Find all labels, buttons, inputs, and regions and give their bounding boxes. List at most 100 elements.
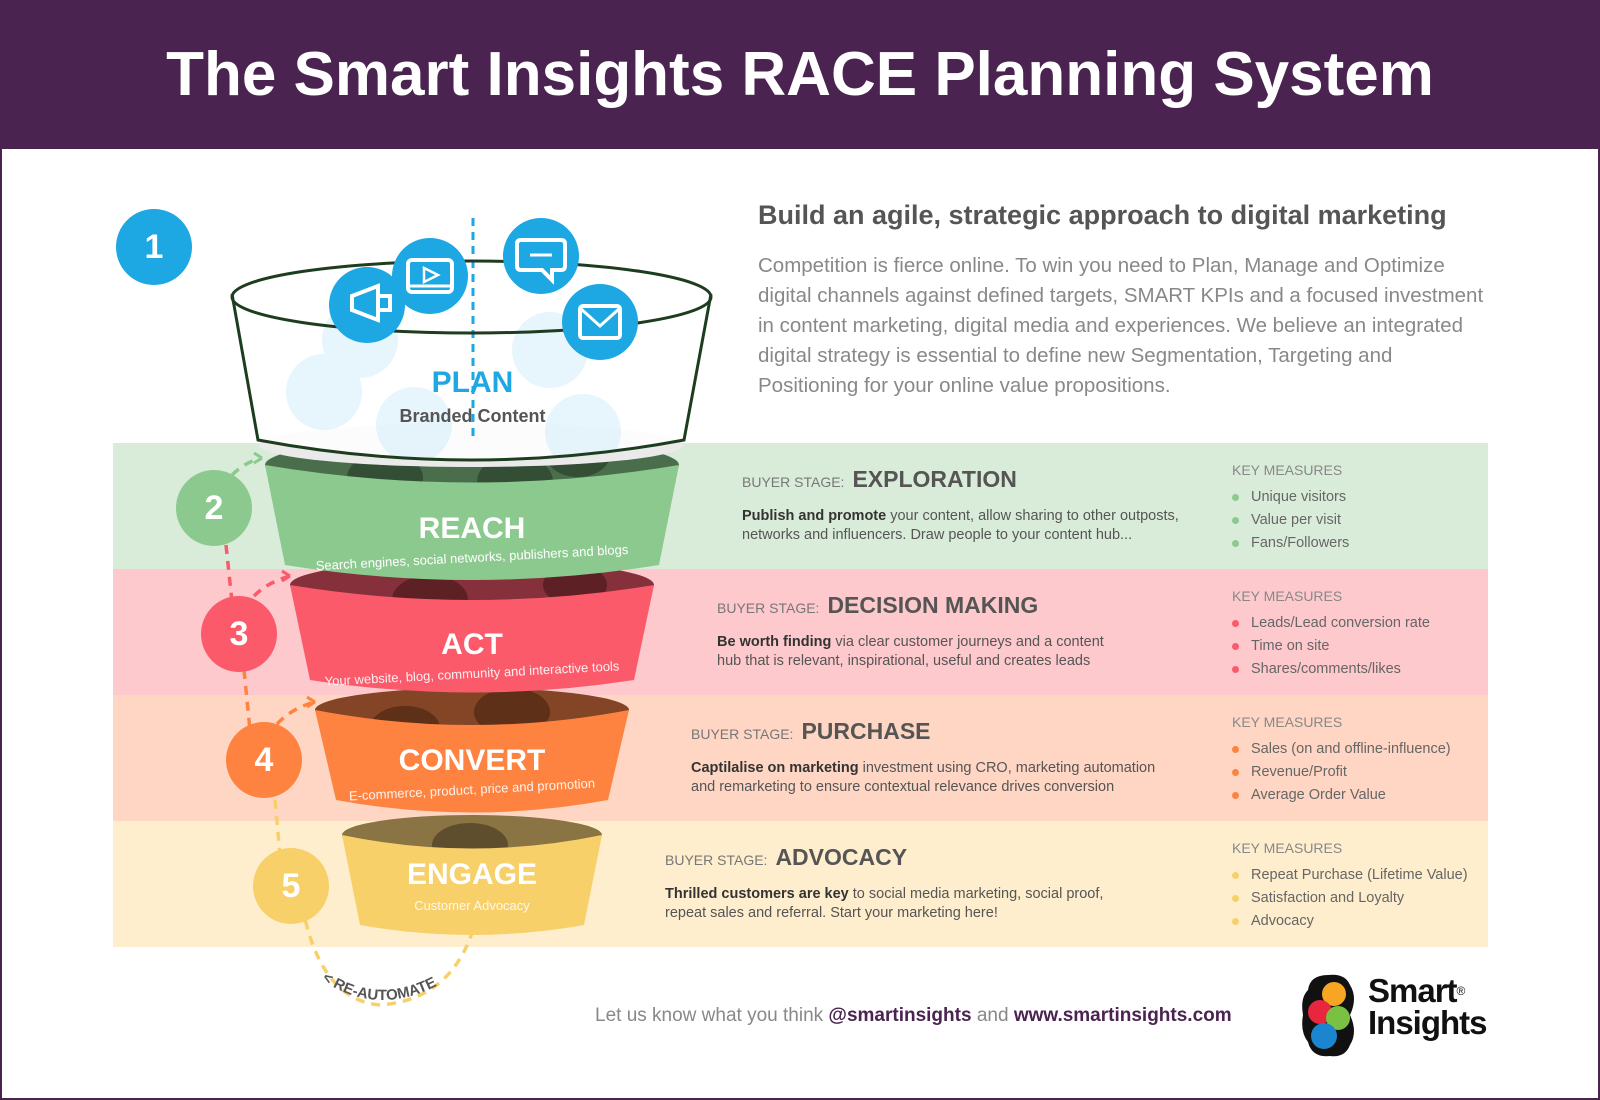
logo-line2: Insights bbox=[1368, 1004, 1488, 1041]
step-number-3: 3 bbox=[201, 596, 277, 672]
intro-section: Build an agile, strategic approach to di… bbox=[758, 200, 1498, 401]
measure-text: Leads/Lead conversion rate bbox=[1251, 615, 1430, 631]
bullet-icon bbox=[1232, 494, 1239, 501]
measure-text: Shares/comments/likes bbox=[1251, 661, 1401, 677]
stage-reach-info: BUYER STAGE: EXPLORATION Publish and prom… bbox=[742, 466, 1212, 545]
intro-body: Competition is fierce online. To win you… bbox=[758, 254, 1484, 397]
footer-prefix: Let us know what you think bbox=[595, 1005, 829, 1026]
engage-label: ENGAGE Customer Advocacy bbox=[357, 858, 587, 913]
step-number-4: 4 bbox=[226, 722, 302, 798]
bullet-icon bbox=[1232, 620, 1239, 627]
stage-description: Be worth finding via clear customer jour… bbox=[717, 633, 1117, 671]
race-funnel: < RE-AUTOMATE bbox=[224, 218, 713, 1007]
chat-icon bbox=[503, 218, 579, 294]
engage-subtitle: Customer Advocacy bbox=[414, 898, 530, 913]
measure-item: Time on site bbox=[1232, 635, 1430, 658]
plan-subtitle: Branded Content bbox=[399, 406, 546, 426]
buyer-stage-label: BUYER STAGE: bbox=[717, 600, 820, 616]
act-title: ACT bbox=[441, 628, 503, 661]
bullet-icon bbox=[1232, 895, 1239, 902]
buyer-stage-value: EXPLORATION bbox=[852, 466, 1017, 492]
video-icon bbox=[392, 238, 468, 314]
measure-item: Revenue/Profit bbox=[1232, 761, 1451, 784]
footer-middle: and bbox=[971, 1005, 1014, 1026]
bullet-icon bbox=[1232, 769, 1239, 776]
bullet-icon bbox=[1232, 643, 1239, 650]
funnel-segment-plan bbox=[230, 218, 713, 467]
measure-item: Fans/Followers bbox=[1232, 532, 1349, 555]
bullet-icon bbox=[1232, 517, 1239, 524]
page-title: The Smart Insights RACE Planning System bbox=[166, 40, 1434, 109]
measure-item: Value per visit bbox=[1232, 509, 1349, 532]
measure-text: Value per visit bbox=[1251, 512, 1341, 528]
stage-description: Publish and promote your content, allow … bbox=[742, 507, 1212, 545]
plan-label: PLAN Branded Content bbox=[380, 366, 565, 427]
buyer-stage-label: BUYER STAGE: bbox=[665, 852, 768, 868]
act-label: ACT Your website, blog, community and in… bbox=[312, 628, 632, 689]
desc-bold: Publish and promote bbox=[742, 508, 887, 524]
buyer-stage-label: BUYER STAGE: bbox=[742, 474, 845, 490]
measure-item: Satisfaction and Loyalty bbox=[1232, 887, 1468, 910]
measure-text: Time on site bbox=[1251, 638, 1330, 654]
email-icon bbox=[562, 284, 638, 360]
stage-description: Thrilled customers are key to social med… bbox=[665, 885, 1135, 923]
key-measures-label: KEY MEASURES bbox=[1232, 588, 1343, 604]
bullet-icon bbox=[1232, 792, 1239, 799]
registered-mark: ® bbox=[1456, 984, 1466, 998]
stage-act-info: BUYER STAGE: DECISION MAKING Be worth fin… bbox=[717, 592, 1117, 671]
desc-bold: Captilalise on marketing bbox=[691, 760, 859, 776]
plan-title: PLAN bbox=[431, 366, 514, 399]
bullet-icon bbox=[1232, 746, 1239, 753]
bullet-icon bbox=[1232, 666, 1239, 673]
measure-item: Repeat Purchase (Lifetime Value) bbox=[1232, 864, 1468, 887]
step-number-2: 2 bbox=[176, 470, 252, 546]
website-link[interactable]: www.smartinsights.com bbox=[1014, 1005, 1232, 1026]
measure-item: Unique visitors bbox=[1232, 486, 1349, 509]
measure-text: Revenue/Profit bbox=[1251, 764, 1347, 780]
measure-item: Leads/Lead conversion rate bbox=[1232, 612, 1430, 635]
key-measures-engage: KEY MEASURES Repeat Purchase (Lifetime V… bbox=[1232, 840, 1468, 933]
footer-text: Let us know what you think @smartinsight… bbox=[595, 1005, 1232, 1027]
stage-engage-info: BUYER STAGE: ADVOCACY Thrilled customers … bbox=[665, 844, 1135, 923]
desc-bold: Be worth finding bbox=[717, 634, 832, 650]
reach-title: REACH bbox=[418, 512, 526, 545]
key-measures-label: KEY MEASURES bbox=[1232, 840, 1343, 856]
measure-text: Advocacy bbox=[1251, 913, 1314, 929]
buyer-stage-label: BUYER STAGE: bbox=[691, 726, 794, 742]
stage-description: Captilalise on marketing investment usin… bbox=[691, 759, 1161, 797]
measure-text: Repeat Purchase (Lifetime Value) bbox=[1251, 867, 1468, 883]
measure-item: Sales (on and offline-influence) bbox=[1232, 738, 1451, 761]
intro-heading: Build an agile, strategic approach to di… bbox=[758, 200, 1447, 230]
reautomate-label: < RE-AUTOMATE bbox=[319, 969, 439, 1004]
buyer-stage-value: PURCHASE bbox=[801, 718, 931, 744]
measure-item: Advocacy bbox=[1232, 910, 1468, 933]
key-measures-label: KEY MEASURES bbox=[1232, 714, 1343, 730]
step-number-1: 1 bbox=[116, 209, 192, 285]
key-measures-label: KEY MEASURES bbox=[1232, 462, 1343, 478]
desc-bold: Thrilled customers are key bbox=[665, 886, 849, 902]
buyer-stage-value: ADVOCACY bbox=[775, 844, 908, 870]
measure-text: Unique visitors bbox=[1251, 489, 1347, 505]
key-measures-reach: KEY MEASURES Unique visitors Value per v… bbox=[1232, 462, 1349, 555]
buyer-stage-value: DECISION MAKING bbox=[827, 592, 1039, 618]
header: The Smart Insights RACE Planning System bbox=[0, 0, 1600, 149]
convert-label: CONVERT E-commerce, product, price and p… bbox=[332, 744, 612, 803]
bullet-icon bbox=[1232, 872, 1239, 879]
measure-text: Fans/Followers bbox=[1251, 535, 1350, 551]
measure-item: Average Order Value bbox=[1232, 784, 1451, 807]
stage-convert-info: BUYER STAGE: PURCHASE Captilalise on mark… bbox=[691, 718, 1161, 797]
measure-text: Satisfaction and Loyalty bbox=[1251, 890, 1405, 906]
measure-text: Average Order Value bbox=[1251, 787, 1386, 803]
key-measures-act: KEY MEASURES Leads/Lead conversion rate … bbox=[1232, 588, 1430, 681]
key-measures-convert: KEY MEASURES Sales (on and offline-influ… bbox=[1232, 714, 1451, 807]
bullet-icon bbox=[1232, 540, 1239, 547]
measure-text: Sales (on and offline-influence) bbox=[1251, 741, 1451, 757]
logo-wordmark: Smart® Insights bbox=[1368, 974, 1488, 1041]
step-number-5: 5 bbox=[253, 848, 329, 924]
measure-item: Shares/comments/likes bbox=[1232, 658, 1430, 681]
reach-label: REACH Search engines, social networks, p… bbox=[292, 512, 652, 573]
convert-title: CONVERT bbox=[398, 744, 546, 777]
engage-title: ENGAGE bbox=[406, 858, 538, 891]
bullet-icon bbox=[1232, 918, 1239, 925]
twitter-handle-link[interactable]: @smartinsights bbox=[828, 1005, 971, 1026]
